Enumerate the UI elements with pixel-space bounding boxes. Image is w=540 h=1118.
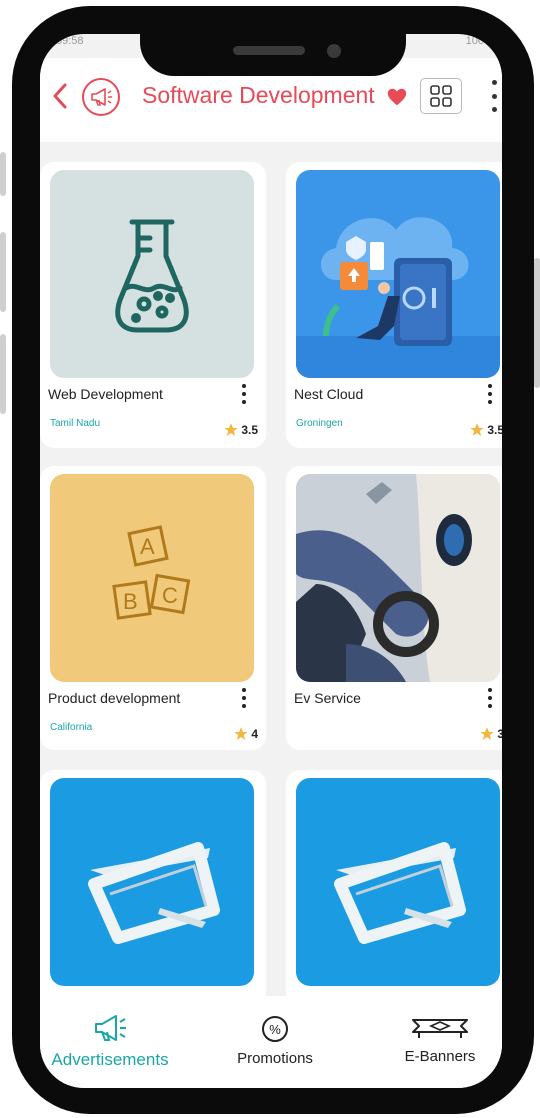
listing-card[interactable]: Web Development Tamil Nadu 3.5 [40, 162, 266, 448]
status-time: 09:58 [56, 35, 84, 47]
phone-camera [327, 44, 341, 58]
ev-charging-photo [296, 474, 500, 682]
set-square-3d [296, 778, 500, 986]
star-icon [470, 423, 484, 436]
abc-blocks-icon: A B C [50, 474, 254, 682]
nav-e-banners[interactable]: E-Banners [380, 996, 500, 1088]
rating: 4 [233, 726, 258, 742]
heart-icon[interactable] [386, 86, 408, 108]
side-button [534, 258, 540, 388]
rating: 3.5 [223, 422, 258, 438]
side-button [0, 152, 6, 196]
nav-advertisements[interactable]: Advertisements [40, 996, 180, 1088]
rating-value: 3.5 [241, 423, 258, 437]
nav-label: E-Banners [404, 1048, 476, 1065]
set-square-3d [50, 778, 254, 986]
svg-text:%: % [269, 1022, 281, 1037]
page-title: Software Development [142, 82, 375, 108]
listing-location: Tamil Nadu [50, 418, 101, 429]
listing-card[interactable]: A B C Product development California 4 [40, 466, 266, 750]
kebab-menu-icon[interactable] [486, 384, 494, 404]
phone-speaker [233, 46, 305, 55]
listing-card[interactable]: Ev Service 3 [286, 466, 502, 750]
grid-view-icon [430, 85, 452, 107]
svg-text:C: C [162, 583, 178, 608]
app-screen: 09:58 100 Software Development Web Devel… [40, 34, 502, 1088]
banner-icon [412, 1019, 468, 1038]
phone-notch [140, 6, 406, 76]
nav-promotions[interactable]: % Promotions [210, 996, 340, 1088]
nav-label: Advertisements [51, 1050, 169, 1069]
rating-value: 3 [497, 727, 502, 741]
side-button [0, 232, 6, 312]
listing-name: Ev Service [294, 690, 361, 706]
megaphone-icon[interactable] [82, 78, 120, 116]
cloud-server-illustration [296, 170, 500, 378]
kebab-menu-icon[interactable] [240, 384, 248, 404]
listing-card[interactable] [40, 770, 266, 1030]
star-icon [224, 423, 238, 436]
listing-card[interactable]: Nest Cloud Groningen 3.5 [286, 162, 502, 448]
svg-text:A: A [140, 534, 155, 559]
kebab-menu-icon[interactable] [486, 688, 494, 708]
status-battery: 100 [465, 35, 484, 47]
megaphone-icon [95, 1015, 126, 1041]
listing-location: California [50, 722, 93, 733]
listing-name: Product development [48, 690, 181, 706]
listing-card[interactable] [286, 770, 502, 1030]
kebab-menu-icon[interactable] [240, 688, 248, 708]
grid-view-button[interactable] [420, 78, 462, 114]
kebab-menu-icon[interactable] [488, 80, 500, 112]
listing-name: Web Development [48, 386, 163, 402]
svg-text:B: B [123, 589, 138, 614]
rating: 3.5 [469, 422, 502, 438]
rating: 3 [479, 726, 502, 742]
rating-value: 3.5 [487, 423, 502, 437]
chevron-left-icon[interactable] [46, 80, 74, 112]
bottom-navigation: Advertisements % Promotions E-Banners [40, 996, 502, 1088]
rating-value: 4 [251, 727, 258, 741]
nav-label: Promotions [237, 1050, 313, 1067]
flask-icon [50, 170, 254, 378]
star-icon [234, 727, 248, 740]
star-icon [480, 727, 494, 740]
listing-name: Nest Cloud [294, 386, 364, 402]
side-button [0, 334, 6, 414]
percent-badge-icon: % [262, 1016, 288, 1042]
listing-location: Groningen [296, 418, 343, 429]
